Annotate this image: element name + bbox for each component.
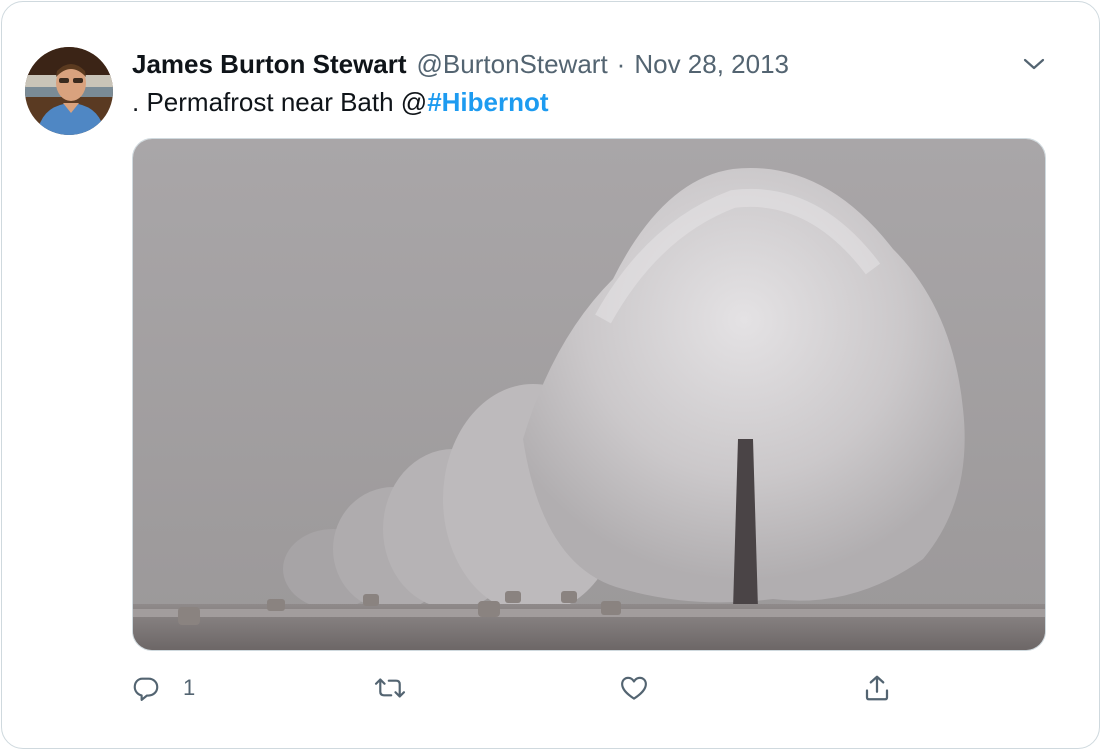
retweet-button[interactable] (373, 668, 407, 708)
tweet-text: . Permafrost near Bath @#Hibernot (132, 85, 549, 119)
reply-icon (131, 673, 161, 703)
like-button[interactable] (619, 668, 649, 708)
avatar[interactable] (25, 47, 113, 135)
reply-count: 1 (183, 675, 196, 700)
hashtag-link[interactable]: #Hibernot (427, 87, 548, 117)
tweet-header: James Burton Stewart @BurtonStewart · No… (132, 46, 789, 82)
tweet-photo[interactable] (132, 138, 1046, 651)
share-icon (862, 673, 892, 703)
tweet-date[interactable]: Nov 28, 2013 (634, 49, 789, 80)
tweet-text-body: . Permafrost near Bath @ (132, 87, 428, 117)
avatar-image (25, 47, 113, 135)
author-handle[interactable]: @BurtonStewart (417, 49, 608, 80)
share-button[interactable] (862, 668, 892, 708)
heart-icon (619, 673, 649, 703)
separator-dot: · (616, 48, 626, 79)
frosted-tree-photo (133, 139, 1045, 650)
reply-button[interactable]: 1 (131, 668, 195, 708)
tweet-card[interactable]: James Burton Stewart @BurtonStewart · No… (1, 1, 1100, 749)
retweet-icon (373, 673, 407, 703)
action-bar: 1 (0, 668, 1103, 708)
author-name[interactable]: James Burton Stewart (132, 49, 407, 80)
chevron-down-icon[interactable] (1020, 52, 1048, 76)
